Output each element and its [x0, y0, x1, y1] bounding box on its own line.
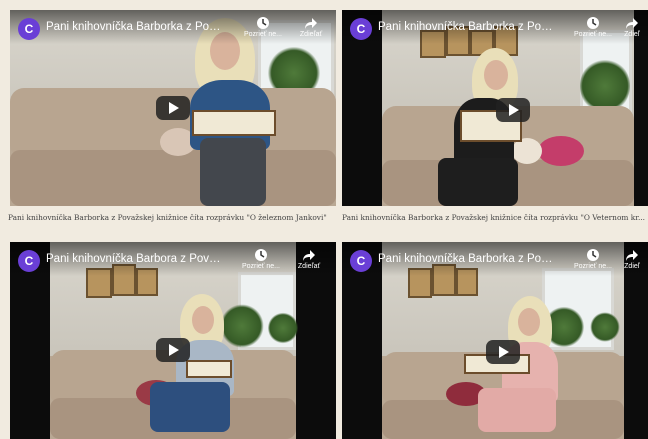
video-card-2: C Pani knihovníčka Barborka z Považsk...… [340, 0, 648, 225]
video-player-1[interactable]: C Pani knihovníčka Barborka z Považsk...… [10, 10, 336, 206]
clock-icon [587, 249, 599, 261]
share-arrow-icon [303, 250, 315, 261]
video-caption-2: Pani knihovníčka Barborka z Považskej kn… [342, 213, 645, 222]
clock-icon [587, 17, 599, 29]
watch-later-label: Pozrieť ne... [573, 263, 613, 270]
channel-avatar[interactable]: C [350, 18, 372, 40]
play-button[interactable] [496, 98, 530, 122]
share-arrow-icon [626, 18, 638, 29]
video-card-1: C Pani knihovníčka Barborka z Považsk...… [0, 0, 340, 225]
watch-later-label: Pozrieť ne... [243, 31, 283, 38]
share-label: Zdieľať [299, 31, 323, 38]
video-title[interactable]: Pani knihovníčka Barborka z Považsk... [46, 21, 226, 33]
channel-avatar[interactable]: C [350, 250, 372, 272]
share-button[interactable]: Zdieľať [288, 248, 330, 270]
video-title[interactable]: Pani knihovníčka Barborka z Považsk... [378, 253, 558, 265]
watch-later-button[interactable]: Pozrieť ne... [572, 16, 614, 38]
play-button[interactable] [486, 340, 520, 364]
video-title[interactable]: Pani knihovníčka Barbora z Považskej... [46, 253, 226, 265]
watch-later-label: Pozrieť ne... [241, 263, 281, 270]
share-button[interactable]: Zdieľ [616, 16, 648, 38]
clock-icon [257, 17, 269, 29]
video-player-4[interactable]: C Pani knihovníčka Barborka z Považsk...… [342, 242, 648, 439]
video-caption-1: Pani knihovníčka Barborka z Považskej kn… [8, 213, 327, 222]
watch-later-label: Pozrieť ne... [573, 31, 613, 38]
video-grid: C Pani knihovníčka Barborka z Považsk...… [0, 0, 648, 439]
video-player-3[interactable]: C Pani knihovníčka Barbora z Považskej..… [10, 242, 336, 439]
watch-later-button[interactable]: Pozrieť ne... [572, 248, 614, 270]
share-button[interactable]: Zdieľ [616, 248, 648, 270]
channel-avatar[interactable]: C [18, 18, 40, 40]
share-arrow-icon [305, 18, 317, 29]
video-card-4: C Pani knihovníčka Barborka z Považsk...… [340, 232, 648, 439]
play-button[interactable] [156, 338, 190, 362]
watch-later-button[interactable]: Pozrieť ne... [240, 248, 282, 270]
share-label: Zdieľ [624, 263, 640, 270]
share-label: Zdieľ [624, 31, 640, 38]
video-player-2[interactable]: C Pani knihovníčka Barborka z Považsk...… [342, 10, 648, 206]
share-label: Zdieľať [297, 263, 321, 270]
clock-icon [255, 249, 267, 261]
play-button[interactable] [156, 96, 190, 120]
channel-avatar[interactable]: C [18, 250, 40, 272]
video-card-3: C Pani knihovníčka Barbora z Považskej..… [0, 232, 340, 439]
share-button[interactable]: Zdieľať [290, 16, 332, 38]
video-title[interactable]: Pani knihovníčka Barborka z Považsk... [378, 21, 558, 33]
watch-later-button[interactable]: Pozrieť ne... [242, 16, 284, 38]
share-arrow-icon [626, 250, 638, 261]
